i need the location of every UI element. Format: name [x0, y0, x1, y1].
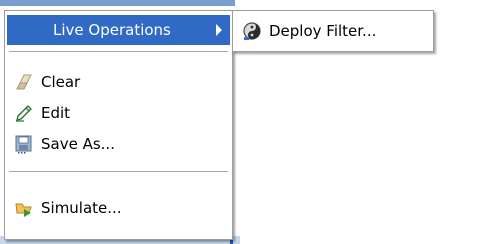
background-window-title — [0, 0, 235, 6]
context-menu: Live Operations Clear Edit Save As... Si… — [4, 10, 233, 240]
floppy-disk-icon — [13, 133, 35, 155]
simulate-icon — [13, 197, 35, 219]
submenu-arrow-icon — [216, 24, 222, 36]
menu-item-simulate[interactable]: Simulate... — [7, 193, 230, 223]
menu-item-label: Clear — [41, 73, 81, 91]
menu-item-edit[interactable]: Edit — [7, 98, 230, 128]
menu-item-label: Simulate... — [41, 199, 122, 217]
menu-item-deploy-filter[interactable]: Deploy Filter... — [235, 16, 431, 46]
menu-separator — [9, 51, 228, 53]
menu-item-label: Live Operations — [53, 21, 171, 39]
eraser-icon — [13, 71, 35, 93]
menu-item-save-as[interactable]: Save As... — [7, 129, 230, 159]
menu-item-label: Save As... — [41, 135, 115, 153]
filter-icon — [241, 20, 263, 42]
menu-separator — [9, 171, 228, 173]
pencil-icon — [13, 102, 35, 124]
menu-item-label: Edit — [41, 104, 71, 122]
menu-item-live-operations[interactable]: Live Operations — [7, 15, 230, 45]
live-operations-submenu: Deploy Filter... — [232, 10, 434, 52]
menu-item-label: Deploy Filter... — [269, 22, 377, 40]
menu-item-clear[interactable]: Clear — [7, 67, 230, 97]
